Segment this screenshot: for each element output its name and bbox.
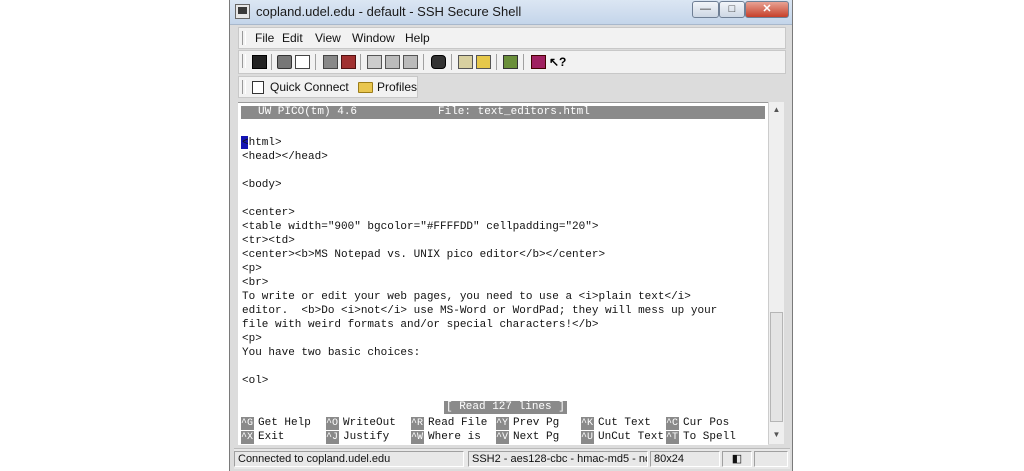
menu-edit[interactable]: Edit [282,31,303,45]
shortcut-key: ^Y [496,417,509,430]
window-title: copland.udel.edu - default - SSH Secure … [256,4,522,19]
toolbar-separator [451,54,452,70]
shortcut-label: Justify [343,431,390,443]
terminal-app-icon [235,4,250,19]
code-line: <p> [242,333,262,345]
shortcut-key: ^T [666,431,679,444]
book-icon[interactable] [531,55,546,69]
shortcut-key: ^V [496,431,509,444]
shortcut-key: ^R [411,417,424,430]
toolbar-separator [423,54,424,70]
shortcut-key: ^W [411,431,424,444]
shortcut-label: Exit [258,431,285,443]
paste-icon[interactable] [385,55,400,69]
code-line: <tr><td> [242,235,295,247]
paste-special-icon[interactable] [403,55,418,69]
ssh-client-window: copland.udel.edu - default - SSH Secure … [229,0,793,471]
shortcut-label: Cut Text [598,417,651,429]
shortcut-label: Cur Pos [683,417,730,429]
toolbar-separator [315,54,316,70]
quick-connect-bar: Quick Connect Profiles [238,76,418,98]
shortcut-key: ^C [666,417,679,430]
status-message: [ Read 127 lines ] [444,401,567,414]
toolbar-separator [271,54,272,70]
close-button[interactable]: ✕ [745,1,789,18]
shortcut-key: ^K [581,417,594,430]
scroll-thumb[interactable] [770,312,783,422]
search-icon[interactable] [431,55,446,69]
code-line: <p> [242,263,262,275]
code-line: <html> [242,137,282,149]
folder-icon [358,82,373,93]
title-bar[interactable]: copland.udel.edu - default - SSH Secure … [230,0,792,25]
profile-icon[interactable] [476,55,491,69]
menu-view[interactable]: View [315,31,341,45]
shortcut-key: ^O [326,417,339,430]
toolbar-grip[interactable] [242,31,246,45]
code-line: <head></head> [242,151,328,163]
menu-file[interactable]: File [255,31,274,45]
vertical-scrollbar[interactable]: ▲ ▼ [768,102,784,444]
code-line: file with weird formats and/or special c… [242,319,599,331]
scroll-up-arrow[interactable]: ▲ [771,105,782,115]
settings-icon[interactable] [458,55,473,69]
terminal-size: 80x24 [650,451,720,467]
toolbar-grip[interactable] [242,80,246,94]
shortcut-label: Where is [428,431,481,443]
find-icon[interactable] [323,55,338,69]
shortcut-key: ^X [241,431,254,444]
toolbar-separator [360,54,361,70]
lock-icon: ◧ [722,451,752,467]
quick-connect-button[interactable]: Quick Connect [270,80,349,94]
code-line: <table width="900" bgcolor="#FFFFDD" cel… [242,221,599,233]
connection-status: Connected to copland.udel.edu [234,451,464,467]
disconnect-icon[interactable] [341,55,356,69]
code-line: <center> [242,207,295,219]
toolbar-grip[interactable] [242,54,246,68]
pico-header: UW PICO(tm) 4.6 File: text_editors.html [241,106,765,119]
copy-icon[interactable] [367,55,382,69]
editor-version: UW PICO(tm) 4.6 [258,106,358,118]
menu-help[interactable]: Help [405,31,430,45]
shortcut-label: Read File [428,417,488,429]
menu-bar: File Edit View Window Help [238,27,786,49]
toolbar-separator [496,54,497,70]
code-line: <center><b>MS Notepad vs. UNIX pico edit… [242,249,606,261]
help-pointer-icon[interactable]: ↖? [549,55,567,69]
scroll-down-arrow[interactable]: ▼ [771,430,782,440]
shortcut-label: To Spell [683,431,736,443]
quick-connect-icon [252,81,264,94]
code-line: You have two basic choices: [242,347,421,359]
shortcut-label: Prev Pg [513,417,560,429]
terminal-area[interactable]: UW PICO(tm) 4.6 File: text_editors.html <… [238,102,768,445]
code-line: <body> [242,179,282,191]
code-line: <br> [242,277,269,289]
cipher-info: SSH2 - aes128-cbc - hmac-md5 - nc [468,451,648,467]
toolbar: ↖? [238,50,786,74]
minimize-button[interactable]: — [692,1,719,18]
shortcut-key: ^U [581,431,594,444]
code-line: To write or edit your web pages, you nee… [242,291,691,303]
code-line: <ol> [242,375,269,387]
shortcut-key: ^J [326,431,339,444]
key-icon[interactable] [503,55,518,69]
print-icon[interactable] [277,55,292,69]
editor-filename: File: text_editors.html [438,106,590,118]
shortcut-label: Get Help [258,417,311,429]
code-line: editor. <b>Do <i>not</i> use MS-Word or … [242,305,718,317]
profiles-button[interactable]: Profiles [377,80,417,94]
print-preview-icon[interactable] [295,55,310,69]
shortcut-label: UnCut Text [598,431,665,443]
save-icon[interactable] [252,55,267,69]
status-indicator [754,451,788,467]
maximize-button[interactable]: □ [719,1,745,18]
shortcut-label: Next Pg [513,431,560,443]
toolbar-separator [523,54,524,70]
menu-window[interactable]: Window [352,31,395,45]
status-bar: Connected to copland.udel.edu SSH2 - aes… [234,448,790,469]
shortcut-label: WriteOut [343,417,396,429]
shortcut-key: ^G [241,417,254,430]
